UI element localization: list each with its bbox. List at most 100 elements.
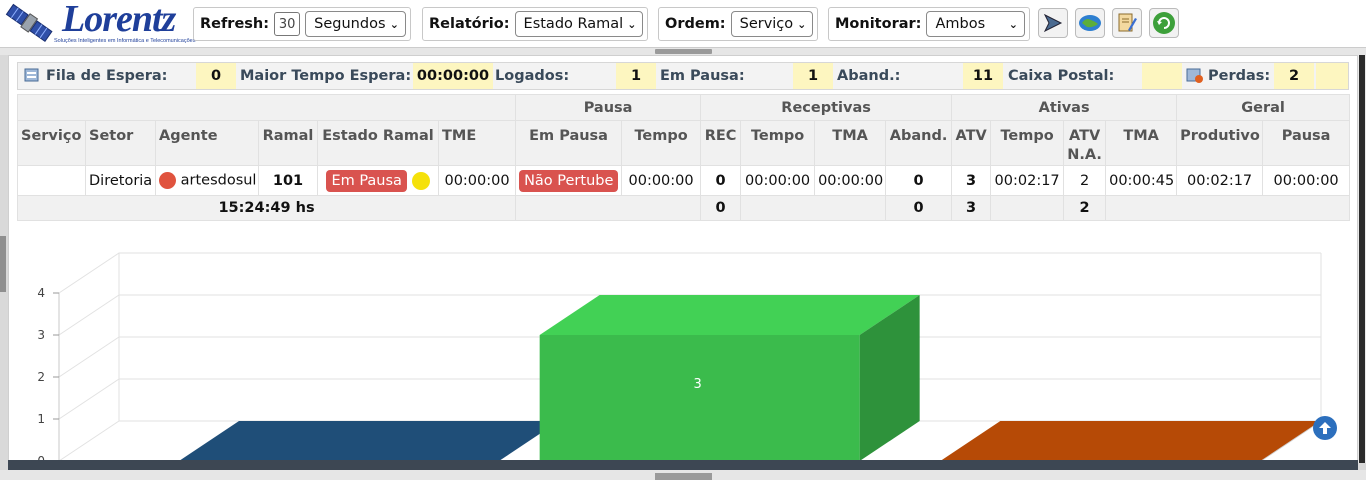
bar-top-face xyxy=(940,421,1321,461)
group-ativas: Ativas xyxy=(951,94,1178,121)
bar-top-face xyxy=(539,295,920,335)
col-tempo-pausa[interactable]: Tempo xyxy=(621,120,702,166)
fila-espera-value: 0 xyxy=(196,63,236,89)
col-atv[interactable]: ATV xyxy=(951,120,992,166)
cell-agente: artesdosul xyxy=(155,165,259,196)
left-splitter-handle[interactable] xyxy=(0,236,6,292)
col-tempo-rec[interactable]: Tempo xyxy=(740,120,816,166)
refresh-cycle-button[interactable] xyxy=(1149,8,1179,38)
total-tempo-atv xyxy=(990,195,1065,221)
send-button[interactable] xyxy=(1038,8,1068,38)
agent-name: artesdosul xyxy=(180,172,257,189)
refresh-unit-select[interactable]: Segundos ⌄ xyxy=(305,11,406,37)
col-rec[interactable]: REC xyxy=(700,120,742,166)
logados-value: 1 xyxy=(616,63,656,89)
refresh-unit-value: Segundos xyxy=(314,16,386,32)
total-aband: 0 xyxy=(885,195,953,221)
cell-produtivo: 00:02:17 xyxy=(1176,165,1264,196)
relatorio-value: Estado Ramal xyxy=(523,16,624,32)
pausa-reason-badge: Não Pertube xyxy=(519,169,619,192)
relatorio-control: Relatório: Estado Ramal ⌄ xyxy=(422,7,648,41)
col-tme[interactable]: TME xyxy=(437,120,517,166)
map-icon xyxy=(1079,15,1101,31)
vertical-scrollbar[interactable] xyxy=(1358,55,1366,463)
ordem-value: Serviço xyxy=(739,16,794,32)
cell-em-pausa: Não Pertube xyxy=(515,165,623,196)
scroll-to-top-button[interactable] xyxy=(1313,416,1337,440)
col-agente[interactable]: Agente xyxy=(155,120,259,166)
col-atv-na-line2: N.A. xyxy=(1067,147,1102,163)
main-panel: Fila de Espera: 0 Maior Tempo Espera: 00… xyxy=(8,55,1358,464)
chevron-down-icon: ⌄ xyxy=(389,17,399,31)
send-icon xyxy=(1043,13,1063,33)
refresh-interval-input[interactable]: 30 xyxy=(274,12,301,36)
bar-data-label: 3 xyxy=(694,377,702,392)
perdas-icon xyxy=(1186,63,1204,89)
monitorar-control: Monitorar: Ambos ⌄ xyxy=(828,7,1030,41)
table-row[interactable]: Diretoria artesdosul 101 Em Pausa 00:00:… xyxy=(17,165,1351,196)
top-splitter[interactable] xyxy=(0,48,1366,55)
summary-bar: Fila de Espera: 0 Maior Tempo Espera: 00… xyxy=(17,62,1349,90)
group-geral: Geral xyxy=(1176,94,1351,121)
chart-bars: 3 xyxy=(179,295,1321,461)
col-ramal[interactable]: Ramal xyxy=(258,120,318,166)
col-tma-rec[interactable]: TMA xyxy=(814,120,887,166)
col-aband[interactable]: Aband. xyxy=(885,120,953,166)
y-tick-label: 2 xyxy=(37,370,45,384)
cell-ramal: 101 xyxy=(258,165,318,196)
group-empty xyxy=(16,94,517,121)
bar xyxy=(179,421,559,461)
map-button[interactable] xyxy=(1075,8,1105,38)
gridline xyxy=(58,252,1321,294)
bottom-splitter[interactable] xyxy=(0,470,1366,480)
bar xyxy=(940,421,1321,461)
monitorar-select[interactable]: Ambos ⌄ xyxy=(926,11,1025,37)
cell-tempo-pausa: 00:00:00 xyxy=(621,165,702,196)
total-pausa xyxy=(515,195,702,221)
logo-name: Lorentz xyxy=(62,0,176,40)
cell-tempo-rec: 00:00:00 xyxy=(740,165,816,196)
perdas-value: 2 xyxy=(1274,63,1314,89)
refresh-label: Refresh: xyxy=(200,16,270,32)
ordem-select[interactable]: Serviço ⌄ xyxy=(730,11,814,37)
col-produtivo[interactable]: Produtivo xyxy=(1176,120,1264,166)
bottom-scrollbar[interactable] xyxy=(8,460,1358,470)
col-pausa-geral[interactable]: Pausa xyxy=(1262,120,1351,166)
cell-aband: 0 xyxy=(885,165,953,196)
cell-atv-na: 2 xyxy=(1063,165,1107,196)
queue-icon xyxy=(24,63,42,89)
state-indicator-dot xyxy=(411,171,430,190)
y-tick-label: 1 xyxy=(37,412,45,426)
chevron-down-icon: ⌄ xyxy=(627,17,637,31)
group-receptivas: Receptivas xyxy=(700,94,953,121)
arrow-up-icon xyxy=(1319,422,1331,434)
edit-notes-button[interactable] xyxy=(1112,8,1142,38)
col-servico[interactable]: Serviço xyxy=(17,120,86,166)
cell-estado-ramal: Em Pausa xyxy=(317,165,439,196)
total-atv-na: 2 xyxy=(1063,195,1107,221)
monitorar-label: Monitorar: xyxy=(835,16,922,32)
satellite-icon xyxy=(5,3,53,42)
total-geral-empty xyxy=(1105,195,1351,221)
column-header-row: Serviço Setor Agente Ramal Estado Ramal … xyxy=(17,120,1351,166)
col-setor[interactable]: Setor xyxy=(85,120,156,166)
edit-notes-icon xyxy=(1118,13,1137,32)
perdas-label: Perdas: xyxy=(1208,68,1271,84)
toolbar: Lorentz Soluções Inteligentes em Informá… xyxy=(0,0,1366,48)
relatorio-select[interactable]: Estado Ramal ⌄ xyxy=(514,11,644,37)
col-em-pausa[interactable]: Em Pausa xyxy=(515,120,623,166)
logados-label: Logados: xyxy=(495,68,570,84)
cell-rec: 0 xyxy=(700,165,742,196)
col-tempo-atv[interactable]: Tempo xyxy=(990,120,1065,166)
bar: 3 xyxy=(539,295,920,461)
y-tick-label: 3 xyxy=(37,328,45,342)
col-tma-atv[interactable]: TMA xyxy=(1105,120,1178,166)
cell-atv: 3 xyxy=(951,165,992,196)
col-atv-na-line1: ATV xyxy=(1068,128,1101,144)
scrollbar-thumb[interactable] xyxy=(1359,55,1365,463)
col-atv-na[interactable]: ATV N.A. xyxy=(1063,120,1107,166)
col-estado-ramal[interactable]: Estado Ramal xyxy=(317,120,439,166)
total-rec-empty xyxy=(740,195,887,221)
bar-top-face xyxy=(179,421,559,461)
fila-espera-label: Fila de Espera: xyxy=(46,68,168,84)
